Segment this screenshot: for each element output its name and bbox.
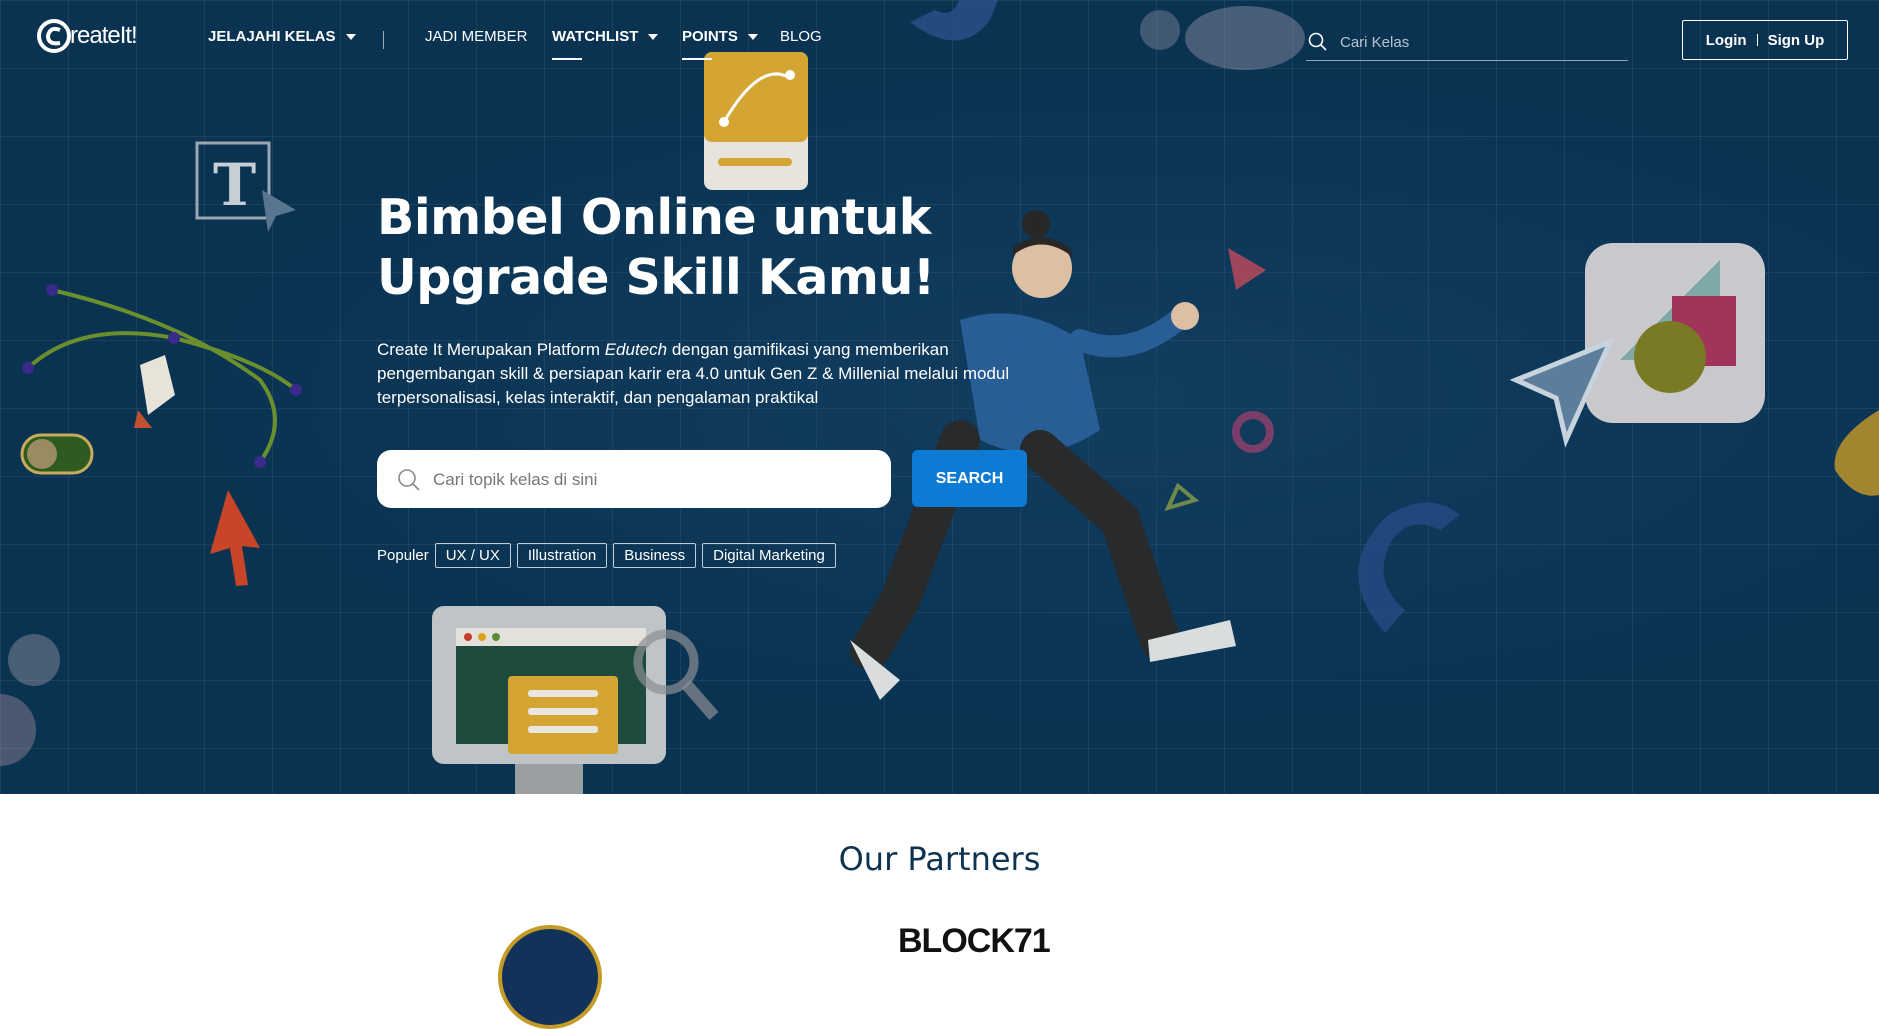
popular-tag-digital-marketing[interactable]: Digital Marketing [702, 543, 836, 568]
site-logo[interactable]: reateIt! [36, 18, 138, 54]
nav-watchlist-underline [552, 58, 582, 60]
svg-text:T: T [213, 151, 256, 219]
c-shape-top [910, 0, 998, 41]
ring-illustration [1232, 411, 1274, 453]
logo-text: reateIt! [70, 22, 138, 49]
hero-description-emphasis: Edutech [604, 340, 668, 359]
c-shape-right [1358, 502, 1460, 633]
hero-headline-line1: Bimbel Online untuk [377, 189, 931, 246]
nav-blog-label: BLOG [780, 28, 822, 45]
chevron-down-icon [747, 33, 758, 40]
nav-points[interactable]: POINTS [682, 28, 758, 60]
header-search [1306, 24, 1628, 61]
partner-logo-block71: BLOCK71 [898, 922, 1051, 960]
nav-points-label: POINTS [682, 28, 738, 45]
nav-divider [383, 31, 384, 49]
chevron-down-icon [648, 33, 659, 40]
login-link[interactable]: Login [1706, 32, 1747, 49]
partner-logo-seal [498, 925, 602, 1029]
hero-search-input[interactable] [431, 464, 875, 496]
popular-tag-illustration[interactable]: Illustration [516, 543, 608, 568]
nav-watchlist[interactable]: WATCHLIST [552, 28, 659, 60]
header-search-input[interactable] [1338, 28, 1622, 56]
auth-button[interactable]: Login Sign Up [1682, 20, 1848, 60]
popular-tag-business[interactable]: Business [613, 543, 697, 568]
nav-jelajahi-kelas-label: JELAJAHI KELAS [208, 28, 336, 45]
auth-divider [1756, 34, 1758, 46]
popular-label: Populer [377, 547, 429, 564]
search-icon [398, 469, 420, 491]
search-button[interactable]: SEARCH [912, 450, 1027, 507]
popular-tags: Populer UX / UX Illustration Business Di… [377, 543, 842, 568]
partners-title: Our Partners [838, 840, 1041, 878]
nav-jadi-member-label: JADI MEMBER [425, 28, 528, 45]
popular-tag-ux[interactable]: UX / UX [434, 543, 511, 568]
nav-jadi-member[interactable]: JADI MEMBER [425, 28, 528, 45]
nav-blog[interactable]: BLOG [780, 28, 822, 45]
triangle-illustration [1228, 248, 1266, 290]
nav-watchlist-label: WATCHLIST [552, 28, 639, 45]
hero-section: T reateIt! JELAJAHI KELAS JADI MEMBER WA… [0, 0, 1879, 794]
signup-link[interactable]: Sign Up [1768, 32, 1825, 49]
nav-points-underline [682, 58, 712, 60]
cursor-illustration [210, 490, 260, 586]
search-icon [1308, 32, 1327, 51]
hero-description: Create It Merupakan Platform Edutech den… [377, 338, 1017, 410]
shapes-card-illustration [1509, 243, 1765, 448]
graph-card-illustration [704, 52, 808, 190]
logo-c-icon [37, 19, 71, 53]
hero-headline-line2: Upgrade Skill Kamu! [377, 249, 935, 306]
monitor-illustration [432, 606, 666, 794]
chevron-down-icon [345, 33, 356, 40]
nav-jelajahi-kelas[interactable]: JELAJAHI KELAS [208, 28, 356, 45]
hero-description-part1: Create It Merupakan Platform [377, 340, 605, 359]
hero-search-box [377, 450, 891, 508]
hero-headline: Bimbel Online untuk Upgrade Skill Kamu! [377, 188, 935, 308]
text-tool-illustration: T [195, 141, 296, 232]
